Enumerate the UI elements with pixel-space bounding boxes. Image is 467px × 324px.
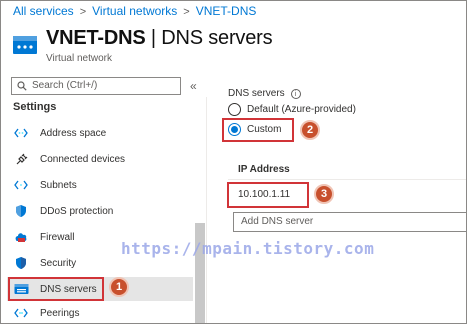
sidebar-item-peerings[interactable]: Peerings bbox=[7, 301, 193, 323]
chevron-right-icon: > bbox=[183, 6, 190, 18]
subnets-icon bbox=[13, 177, 29, 193]
sidebar-item-ddos-protection[interactable]: DDoS protection bbox=[7, 199, 193, 223]
title-separator: | bbox=[145, 27, 162, 49]
sidebar-item-subnets[interactable]: Subnets bbox=[7, 173, 193, 197]
sidebar-item-connected-devices[interactable]: Connected devices bbox=[7, 147, 193, 171]
collapse-sidebar-button[interactable]: « bbox=[190, 79, 197, 93]
dns-servers-label: DNS servers i bbox=[228, 88, 301, 99]
sidebar-item-label: Security bbox=[40, 257, 77, 269]
search-placeholder: Search (Ctrl+/) bbox=[32, 80, 98, 91]
sidebar-item-label: Firewall bbox=[40, 231, 75, 243]
plug-icon bbox=[13, 151, 29, 167]
ip-address-column-header: IP Address bbox=[238, 164, 290, 175]
portal-window: All services > Virtual networks > VNET-DNS V… bbox=[0, 0, 467, 324]
highlight-box-ip bbox=[227, 182, 309, 208]
firewall-icon bbox=[13, 229, 29, 245]
page-name: DNS servers bbox=[161, 27, 273, 49]
callout-badge-3: 3 bbox=[314, 184, 334, 204]
sidebar-item-address-space[interactable]: Address space bbox=[7, 121, 193, 145]
sidebar-item-label: Connected devices bbox=[40, 153, 126, 165]
sidebar-item-label: Peerings bbox=[40, 307, 80, 319]
settings-section-heading: Settings bbox=[13, 101, 57, 113]
add-dns-server-input[interactable]: Add DNS server bbox=[233, 212, 466, 232]
breadcrumb-virtual-networks[interactable]: Virtual networks bbox=[92, 4, 177, 18]
chevron-right-icon: > bbox=[79, 6, 87, 18]
callout-badge-2: 2 bbox=[300, 120, 320, 140]
peerings-icon bbox=[13, 305, 29, 321]
watermark-text: https://mpain.tistory.com bbox=[121, 239, 375, 258]
breadcrumb: All services > Virtual networks > VNET-DNS bbox=[13, 4, 256, 18]
search-input[interactable]: Search (Ctrl+/) bbox=[11, 77, 181, 95]
sidebar-item-label: DDoS protection bbox=[40, 205, 114, 217]
callout-badge-1: 1 bbox=[109, 277, 129, 297]
radio-default-azure[interactable]: Default (Azure-provided) bbox=[228, 103, 356, 116]
dns-servers-label-text: DNS servers bbox=[228, 88, 285, 99]
breadcrumb-vnet-dns[interactable]: VNET-DNS bbox=[196, 4, 257, 18]
security-shield-icon bbox=[13, 255, 29, 271]
highlight-box-custom bbox=[222, 118, 294, 142]
highlight-box-dns-servers bbox=[8, 277, 104, 301]
shield-icon bbox=[13, 203, 29, 219]
page-title: VNET-DNS | DNS servers bbox=[46, 27, 273, 50]
virtual-network-icon bbox=[13, 36, 37, 54]
info-icon[interactable]: i bbox=[290, 89, 301, 99]
radio-button[interactable] bbox=[228, 103, 241, 116]
address-space-icon bbox=[13, 125, 29, 141]
ip-header-divider bbox=[228, 179, 466, 180]
resource-name: VNET-DNS bbox=[46, 27, 146, 49]
breadcrumb-all-services[interactable]: All services bbox=[13, 4, 74, 18]
page-subtitle: Virtual network bbox=[46, 53, 112, 64]
radio-label: Default (Azure-provided) bbox=[247, 104, 356, 115]
sidebar-item-label: Subnets bbox=[40, 179, 77, 191]
pane-divider bbox=[206, 97, 207, 323]
sidebar-item-label: Address space bbox=[40, 127, 107, 139]
search-icon bbox=[17, 81, 27, 91]
